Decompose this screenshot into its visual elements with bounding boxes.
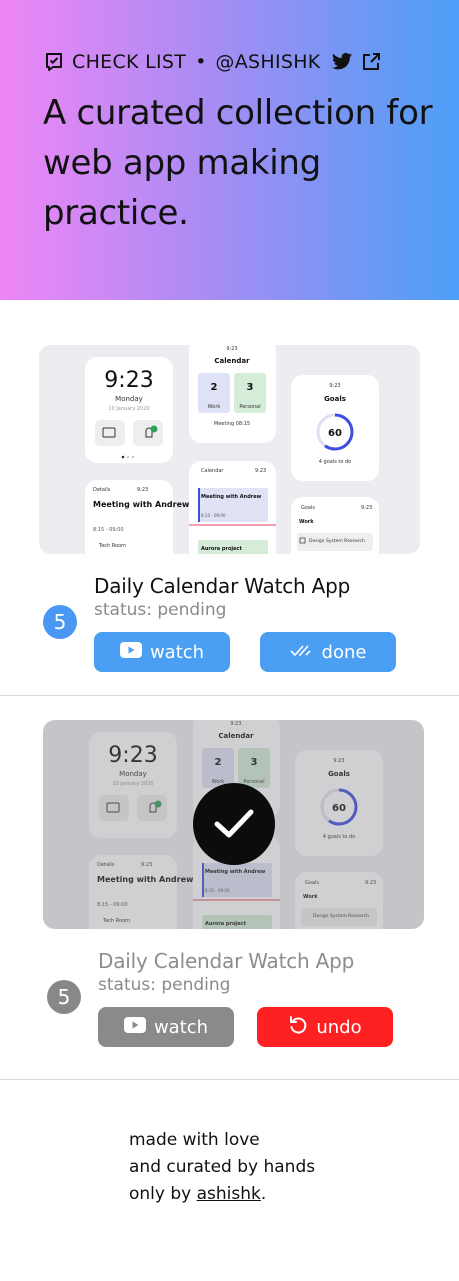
svg-text:3: 3 <box>247 382 254 393</box>
app-thumbnail: 9:23 Monday 10 January 2020 9:23 Calenda… <box>43 720 424 929</box>
undo-label: undo <box>316 1016 362 1038</box>
item-number-badge: 5 <box>43 605 77 639</box>
item-status: status: pending <box>98 975 231 995</box>
svg-text:Tech Room: Tech Room <box>98 543 126 549</box>
hero-header: CHECK LIST • @ASHISHK A curated collecti… <box>0 0 459 300</box>
svg-text:Goals: Goals <box>324 395 346 403</box>
double-check-icon <box>289 642 314 663</box>
divider <box>0 1079 459 1080</box>
author-handle-link[interactable]: @ASHISHK <box>215 51 320 73</box>
footer-line: and curated by hands <box>129 1157 316 1177</box>
svg-text:9:23: 9:23 <box>329 383 340 389</box>
watch-button[interactable]: watch <box>94 632 230 672</box>
svg-text:Calendar: Calendar <box>214 357 250 365</box>
svg-text:9:23: 9:23 <box>137 487 148 493</box>
svg-text:Work: Work <box>299 519 314 525</box>
done-button[interactable]: done <box>260 632 396 672</box>
svg-text:Monday: Monday <box>115 395 143 403</box>
svg-text:9:23: 9:23 <box>226 346 237 352</box>
checklist-icon <box>44 52 64 72</box>
undo-icon <box>288 1015 308 1040</box>
svg-text:Meeting with Andrew: Meeting with Andrew <box>93 500 190 509</box>
footer-line: only by ashishk. <box>129 1184 267 1204</box>
checklist-item-completed: 9:23 Monday 10 January 2020 9:23 Calenda… <box>0 720 459 1080</box>
svg-text:2: 2 <box>211 382 218 393</box>
svg-text:Meeting with Andrew: Meeting with Andrew <box>201 494 262 500</box>
external-link-icon[interactable] <box>361 52 381 72</box>
watch-label: watch <box>149 641 205 663</box>
svg-text:9:23: 9:23 <box>361 505 372 511</box>
item-title: Daily Calendar Watch App <box>98 949 355 973</box>
brand-row: CHECK LIST • @ASHISHK <box>44 50 381 74</box>
watch-label: watch <box>153 1016 209 1038</box>
twitter-icon[interactable] <box>331 52 352 72</box>
svg-text:Personal: Personal <box>239 404 260 410</box>
svg-text:Details: Details <box>93 487 111 493</box>
brand-name: CHECK LIST <box>72 51 187 73</box>
watch-button[interactable]: watch <box>98 1007 234 1047</box>
done-label: done <box>321 641 367 663</box>
undo-button[interactable]: undo <box>257 1007 393 1047</box>
footer-line: made with love <box>129 1130 260 1150</box>
svg-text:Work: Work <box>208 404 221 410</box>
svg-text:Calendar: Calendar <box>201 468 224 474</box>
item-number-badge: 5 <box>47 980 81 1014</box>
checklist-item: 9:23 Monday 10 January 2020 9:23 Calenda… <box>0 345 459 695</box>
svg-text:Aurora project: Aurora project <box>201 546 242 552</box>
item-status: status: pending <box>94 600 227 620</box>
divider <box>0 695 459 696</box>
footer: made with love and curated by hands only… <box>129 1127 315 1208</box>
svg-text:8:15 - 09:00: 8:15 - 09:00 <box>93 527 124 533</box>
svg-text:60: 60 <box>328 428 342 439</box>
item-title: Daily Calendar Watch App <box>94 574 351 598</box>
svg-text:10 January 2020: 10 January 2020 <box>108 406 149 412</box>
author-link[interactable]: ashishk <box>197 1184 261 1204</box>
thumb-time: 9:23 <box>104 368 153 393</box>
youtube-icon <box>123 1016 146 1038</box>
check-icon <box>193 783 275 865</box>
svg-text:8:15 - 09:00: 8:15 - 09:00 <box>201 513 226 518</box>
app-thumbnail: 9:23 Monday 10 January 2020 9:23 Calenda… <box>39 345 420 554</box>
svg-text:Design System Research: Design System Research <box>309 538 365 544</box>
svg-text:Meeting 08:15: Meeting 08:15 <box>214 421 250 427</box>
youtube-icon <box>119 641 142 663</box>
svg-text:9:23: 9:23 <box>255 468 266 474</box>
page-tagline: A curated collection for web app making … <box>43 93 433 233</box>
svg-text:4 goals to do: 4 goals to do <box>319 459 352 465</box>
brand-separator: • <box>195 51 207 73</box>
svg-text:Goals: Goals <box>301 505 315 511</box>
